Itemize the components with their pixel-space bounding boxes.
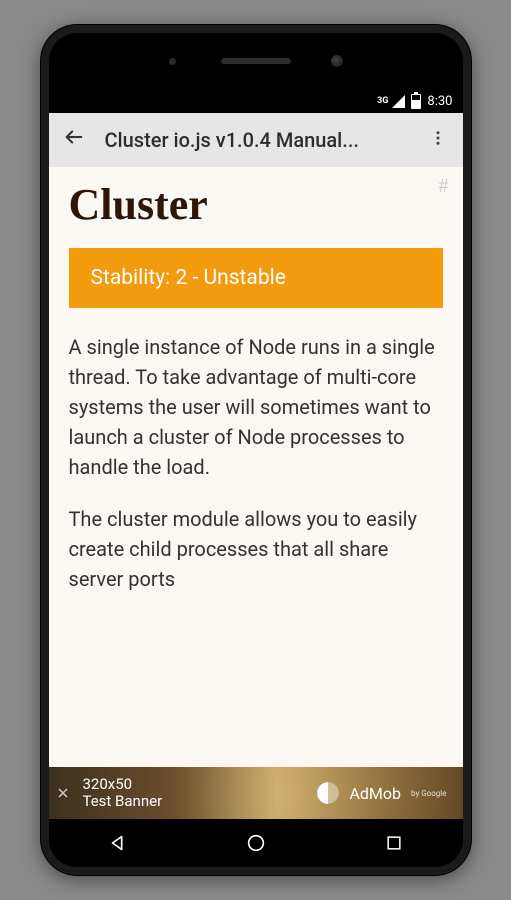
network-type-label: 3G: [377, 96, 388, 106]
nav-home-button[interactable]: [226, 823, 286, 863]
circle-home-icon: [245, 832, 267, 854]
content-area[interactable]: # Cluster Stability: 2 - Unstable A sing…: [49, 167, 463, 819]
ad-size-line: 320x50: [83, 776, 163, 793]
anchor-hash[interactable]: #: [439, 175, 449, 198]
phone-speaker-area: [49, 33, 463, 89]
stability-badge: Stability: 2 - Unstable: [69, 248, 443, 308]
app-bar: Cluster io.js v1.0.4 Manual...: [49, 113, 463, 167]
nav-recent-button[interactable]: [364, 823, 424, 863]
nav-back-button[interactable]: [88, 823, 148, 863]
earpiece: [221, 58, 291, 64]
ad-brand-label: AdMob: [349, 784, 401, 803]
arrow-left-icon: [63, 126, 85, 148]
ad-close-button[interactable]: [55, 785, 71, 801]
ad-banner[interactable]: 320x50 Test Banner AdMob by Google: [49, 767, 463, 819]
phone-frame: 3G 8:30 Cluster io.js v1.0.4 Manual... #…: [41, 25, 471, 875]
close-icon: [57, 787, 69, 799]
back-button[interactable]: [57, 122, 91, 158]
ad-label-line: Test Banner: [83, 793, 163, 810]
phone-screen: 3G 8:30 Cluster io.js v1.0.4 Manual... #…: [49, 33, 463, 867]
heading-cluster: Cluster: [69, 179, 443, 230]
more-vert-icon: [429, 129, 447, 147]
front-camera: [331, 55, 343, 67]
nav-bar: [49, 819, 463, 867]
paragraph-1: A single instance of Node runs in a sing…: [69, 332, 443, 482]
triangle-back-icon: [107, 832, 129, 854]
square-recent-icon: [384, 833, 404, 853]
stability-text: Stability: 2 - Unstable: [91, 266, 286, 290]
ad-byline-label: by Google: [411, 789, 446, 798]
page-title: Cluster io.js v1.0.4 Manual...: [105, 128, 407, 152]
status-bar: 3G 8:30: [49, 89, 463, 113]
battery-icon: [411, 94, 421, 109]
signal-icon: [392, 95, 405, 108]
overflow-menu-button[interactable]: [421, 124, 455, 156]
clock-label: 8:30: [427, 94, 452, 109]
ad-logo: AdMob by Google: [315, 780, 446, 806]
paragraph-2: The cluster module allows you to easily …: [69, 504, 443, 594]
admob-icon: [315, 780, 341, 806]
ad-text: 320x50 Test Banner: [83, 776, 163, 811]
proximity-sensor: [169, 58, 176, 65]
